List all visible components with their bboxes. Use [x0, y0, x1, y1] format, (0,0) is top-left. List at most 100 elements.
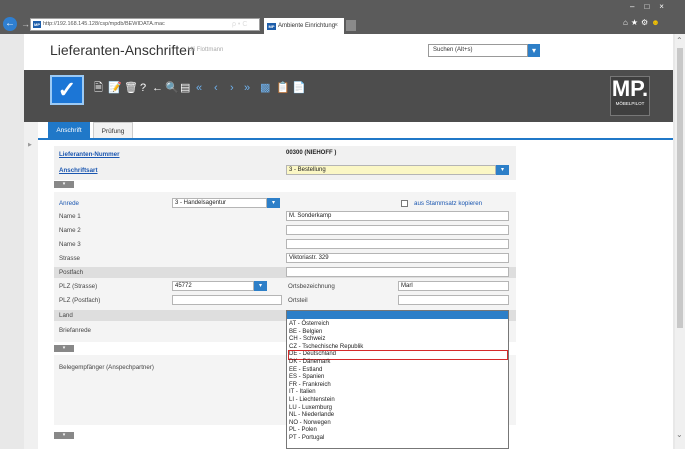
user-name: Uli Flottmann [188, 47, 224, 53]
anschriftsart-dropdown-icon[interactable]: ▾ [496, 165, 509, 175]
row-strasse: Strasse Viktoriastr. 329 [54, 253, 516, 264]
tab-anschrift[interactable]: Anschrift [48, 122, 90, 139]
lieferanten-nummer-label[interactable]: Lieferanten-Nummer [59, 149, 120, 160]
help-icon[interactable]: ? [140, 81, 146, 95]
first-record-icon[interactable]: « [196, 81, 202, 95]
plz-strasse-label: PLZ (Strasse) [59, 283, 98, 290]
undo-arrow-icon[interactable]: ← [152, 81, 163, 95]
tabs-underline [38, 138, 673, 140]
edit-document-icon[interactable]: 📝 [108, 81, 122, 95]
country-dropdown-header[interactable] [287, 311, 508, 319]
toolbar: ✓ 🗎 📝 🗑 ? ← 🔍 ▤ « ‹ › » ▩ 📋 📄 MP. MÖBELP… [24, 70, 673, 122]
country-option[interactable]: LI - Liechtenstein [289, 397, 507, 405]
favorites-star-icon[interactable]: ★ [631, 18, 641, 27]
name1-input[interactable]: M. Sonderkamp [286, 211, 509, 221]
postfach-band: Postfach [54, 267, 516, 278]
row-plz-postfach: PLZ (Postfach) Ortsteil [54, 295, 516, 306]
forward-arrow-icon[interactable]: → [21, 17, 30, 31]
last-record-icon[interactable]: » [244, 81, 250, 95]
country-option[interactable]: PT - Portugal [289, 435, 507, 443]
plz-search-dropdown-icon[interactable]: ▾ [254, 281, 267, 291]
print-icon[interactable]: ▤ [180, 81, 190, 95]
browser-toolbar-icons[interactable]: ⌂★⚙☻ [623, 18, 663, 27]
country-option[interactable]: FR - Frankreich [289, 382, 507, 390]
name3-input[interactable] [286, 239, 509, 249]
address-bar[interactable]: MP http://192.168.145.128/csp/mpdb/BEWID… [30, 18, 260, 31]
land-label: Land [59, 312, 73, 319]
minimize-icon[interactable]: – [630, 2, 644, 11]
search-input[interactable]: Suchen (Alt+s) [428, 44, 528, 57]
name2-input[interactable] [286, 225, 509, 235]
country-option[interactable]: IT - Italien [289, 389, 507, 397]
country-option-highlighted[interactable]: DE - Deutschland [288, 350, 508, 360]
address-tools[interactable]: ρ • C [232, 18, 247, 31]
anrede-select[interactable]: 3 - Handelsagentur [172, 198, 267, 208]
expand-arrow-icon[interactable]: ▶ [28, 142, 32, 148]
anrede-dropdown-icon[interactable]: ▾ [267, 198, 280, 208]
collapse-panel-3-icon[interactable]: ▾ [54, 432, 74, 439]
supplier-panel: Lieferanten-Nummer 00300 (NIEHOFF ) Ansc… [54, 146, 516, 180]
country-option[interactable]: DK - Dänemark [289, 359, 507, 367]
country-option[interactable]: CH - Schweiz [289, 336, 507, 344]
stammsatz-checkbox[interactable] [401, 200, 408, 207]
row-name1: Name 1 M. Sonderkamp [54, 211, 516, 222]
collapse-panel-2-icon[interactable]: ▾ [54, 345, 74, 352]
row-name2: Name 2 [54, 225, 516, 236]
name2-label: Name 2 [59, 227, 81, 234]
country-option[interactable]: NL - Niederlande [289, 412, 507, 420]
country-option[interactable]: PL - Polen [289, 427, 507, 435]
scroll-up-icon[interactable]: ⌃ [676, 36, 683, 45]
window-controls[interactable]: –□× [630, 2, 674, 11]
gear-icon[interactable]: ⚙ [641, 18, 651, 27]
country-option[interactable]: EE - Estland [289, 367, 507, 375]
anschriftsart-label[interactable]: Anschriftsart [59, 165, 98, 176]
country-option[interactable]: CZ - Tschechische Republik [289, 344, 507, 352]
new-document-icon[interactable]: 🗎 [94, 81, 103, 95]
country-option[interactable]: BE - Belgien [289, 329, 507, 337]
truck-icon[interactable]: ▩ [260, 81, 270, 95]
plz-strasse-input[interactable]: 45772 [172, 281, 254, 291]
moebelpilot-logo: MP. MÖBELPILOT [610, 76, 650, 116]
previous-record-icon[interactable]: ‹ [214, 81, 218, 95]
country-option[interactable]: NO - Norwegen [289, 420, 507, 428]
strasse-label: Strasse [59, 255, 80, 262]
row-plz-strasse: PLZ (Strasse) 45772 ▾ Ortsbezeichnung Ma… [54, 281, 516, 292]
browser-tab-label: Ambiente Einrichtung [278, 23, 336, 29]
country-option[interactable]: ES - Spanien [289, 374, 507, 382]
copy-document-icon[interactable]: 📋 [276, 81, 290, 95]
documents-icon[interactable]: 📄 [292, 81, 306, 95]
postfach-input[interactable] [286, 267, 509, 277]
trash-icon[interactable]: 🗑 [124, 81, 138, 95]
site-favicon-icon: MP [33, 21, 41, 28]
browser-tab[interactable]: MP Ambiente Einrichtung × [264, 18, 344, 34]
anschriftsart-select[interactable]: 3 - Bestellung [286, 165, 496, 175]
tab-pruefung[interactable]: Prüfung [93, 122, 133, 139]
country-option[interactable]: LU - Luxemburg [289, 405, 507, 413]
left-side-strip[interactable] [24, 122, 38, 449]
stammsatz-label[interactable]: aus Stammsatz kopieren [414, 200, 482, 207]
confirm-check-button[interactable]: ✓ [50, 75, 84, 105]
close-window-icon[interactable]: × [659, 2, 674, 11]
search-tool-icon[interactable]: 🔍 [165, 81, 179, 95]
scroll-down-icon[interactable]: ⌄ [676, 430, 683, 439]
close-tab-icon[interactable]: × [334, 18, 338, 34]
country-dropdown-list[interactable]: AT - Österreich BE - Belgien CH - Schwei… [286, 310, 509, 449]
scroll-thumb[interactable] [677, 48, 683, 328]
next-record-icon[interactable]: › [230, 81, 234, 95]
back-arrow-icon[interactable]: ← [3, 17, 17, 31]
collapse-panel-1-icon[interactable]: ▾ [54, 181, 74, 188]
ortsbezeichnung-input[interactable]: Marl [398, 281, 509, 291]
ortsteil-input[interactable] [398, 295, 509, 305]
strasse-input[interactable]: Viktoriastr. 329 [286, 253, 509, 263]
new-tab-button[interactable] [346, 20, 356, 31]
country-option[interactable]: AT - Österreich [289, 321, 507, 329]
name1-label: Name 1 [59, 213, 81, 220]
smiley-icon[interactable]: ☻ [651, 18, 662, 27]
logo-subtext: MÖBELPILOT [615, 101, 645, 106]
row-lieferanten-nummer: Lieferanten-Nummer 00300 (NIEHOFF ) [54, 149, 516, 160]
search-dropdown-button[interactable]: ▾ [528, 44, 540, 57]
plz-postfach-input[interactable] [172, 295, 282, 305]
maximize-icon[interactable]: □ [644, 2, 659, 11]
tab-favicon-icon: MP [267, 23, 276, 30]
home-icon[interactable]: ⌂ [623, 18, 631, 27]
